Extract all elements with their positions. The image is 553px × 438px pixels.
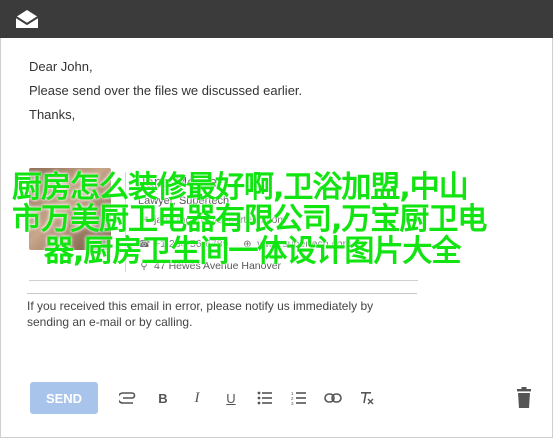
overlay-caption: 厨房怎么装修最好啊,卫浴加盟,中山 市万美厨卫电器有限公司,万宝厨卫电 器,厨房… bbox=[12, 172, 542, 268]
attach-icon[interactable] bbox=[117, 387, 139, 409]
body-text: Please send over the files we discussed … bbox=[29, 83, 303, 98]
link-icon[interactable] bbox=[322, 387, 344, 409]
top-bar bbox=[0, 0, 553, 38]
bold-icon[interactable]: B bbox=[152, 387, 174, 409]
signature-rule bbox=[29, 280, 418, 281]
italic-icon[interactable]: I bbox=[186, 387, 208, 409]
bulleted-list-icon[interactable] bbox=[254, 387, 276, 409]
svg-text:3: 3 bbox=[291, 401, 294, 405]
disclaimer-text: If you received this email in error, ple… bbox=[27, 293, 417, 330]
send-button[interactable]: SEND bbox=[30, 382, 98, 414]
message-body[interactable]: Dear John, Please send over the files we… bbox=[29, 55, 302, 127]
clear-format-icon[interactable] bbox=[356, 387, 378, 409]
trash-icon[interactable] bbox=[514, 387, 534, 409]
greeting-text: Dear John, bbox=[29, 59, 93, 74]
overlay-line-3: 器,厨房卫生间一体设计图片大全 bbox=[44, 234, 461, 269]
numbered-list-icon[interactable]: 123 bbox=[288, 387, 310, 409]
overlay-line-2: 市万美厨卫电器有限公司,万宝厨卫电 bbox=[12, 202, 487, 237]
closing-text: Thanks, bbox=[29, 107, 76, 122]
mail-icon[interactable] bbox=[14, 8, 40, 30]
overlay-line-1: 厨房怎么装修最好啊,卫浴加盟,中山 bbox=[12, 170, 469, 205]
underline-icon[interactable]: U bbox=[220, 387, 242, 409]
